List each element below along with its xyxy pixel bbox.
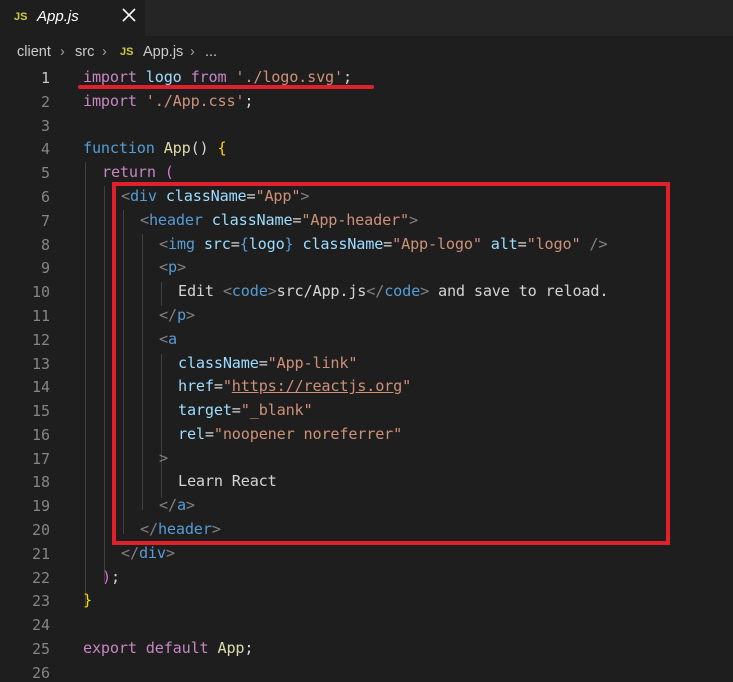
code-line: return (: [102, 163, 174, 181]
breadcrumb-item-client[interactable]: client: [17, 44, 51, 60]
chevron-right-icon: ›: [60, 44, 65, 60]
chevron-right-icon: ›: [102, 44, 107, 60]
line-number: 14: [31, 378, 50, 396]
line-number: 26: [31, 664, 50, 682]
js-file-icon: JS: [14, 11, 28, 23]
code-line: </div>: [121, 544, 175, 562]
annotation-underline: [78, 85, 374, 89]
line-number: 5: [40, 164, 50, 182]
breadcrumb-item-src[interactable]: src: [75, 44, 94, 60]
line-number: 24: [31, 616, 50, 634]
line-number: 15: [31, 402, 50, 420]
line-number: 4: [40, 140, 50, 158]
code-line: import logo from './logo.svg';: [83, 68, 352, 86]
line-number: 8: [40, 236, 50, 254]
line-number: 22: [31, 569, 50, 587]
tab-bar: JS App.js: [0, 0, 733, 36]
line-number: 23: [31, 592, 50, 610]
close-icon[interactable]: [120, 6, 138, 24]
line-number: 2: [40, 93, 50, 111]
annotation-highlight-box: [112, 182, 670, 545]
line-number: 12: [31, 331, 50, 349]
line-number: 16: [31, 426, 50, 444]
line-number: 19: [31, 497, 50, 515]
js-file-icon: JS: [120, 46, 134, 58]
code-line: export default App;: [83, 639, 254, 657]
tab-app-js[interactable]: JS App.js: [0, 0, 145, 36]
breadcrumb-item-more[interactable]: ...: [205, 44, 217, 60]
line-number: 3: [40, 117, 50, 135]
line-number: 1: [40, 69, 50, 87]
indent-guide: [85, 162, 86, 606]
line-number: 9: [40, 259, 50, 277]
line-number: 18: [31, 473, 50, 491]
line-number: 7: [40, 212, 50, 230]
indent-guide: [104, 186, 105, 582]
breadcrumb-item-file[interactable]: App.js: [143, 44, 183, 60]
line-number: 11: [31, 307, 50, 325]
line-number: 6: [40, 188, 50, 206]
line-number: 21: [31, 545, 50, 563]
code-line: }: [83, 591, 92, 609]
chevron-right-icon: ›: [190, 44, 195, 60]
code-line: );: [102, 568, 120, 586]
line-number: 10: [31, 283, 50, 301]
tab-title: App.js: [37, 8, 79, 25]
line-number: 25: [31, 640, 50, 658]
code-line: import './App.css';: [83, 92, 254, 110]
breadcrumb: client › src › JS App.js › ...: [0, 36, 733, 66]
code-line: function App() {: [83, 139, 227, 157]
line-number: 13: [31, 355, 50, 373]
line-number: 20: [31, 521, 50, 539]
line-number: 17: [31, 450, 50, 468]
